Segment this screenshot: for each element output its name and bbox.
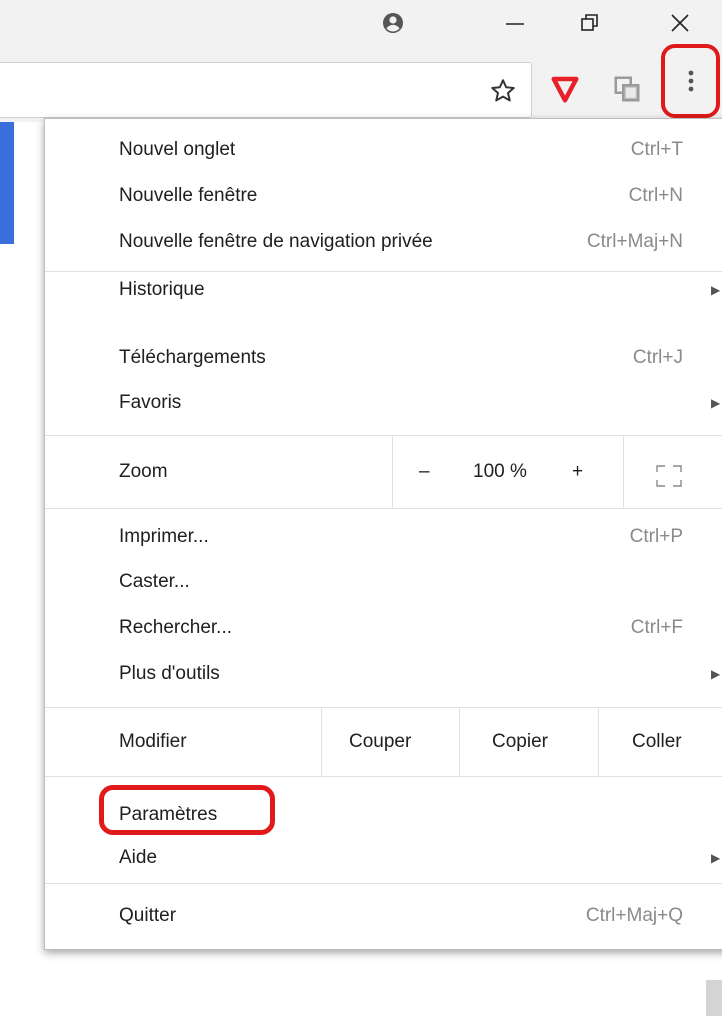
menu-item-more-tools[interactable]: Plus d'outils ▶ <box>45 654 722 694</box>
menu-item-quit[interactable]: Quitter Ctrl+Maj+Q <box>45 893 722 939</box>
shortcut-label: Ctrl+F <box>630 617 683 638</box>
menu-item-history[interactable]: Historique ▶ <box>45 264 722 304</box>
paste-button[interactable]: Coller <box>632 731 682 753</box>
three-dots-menu-icon[interactable] <box>661 44 720 118</box>
menu-item-cast[interactable]: Caster... <box>45 562 722 602</box>
browser-toolbar <box>0 44 722 122</box>
menu-item-label: Nouvelle fenêtre <box>119 185 258 206</box>
menu-item-downloads[interactable]: Téléchargements Ctrl+J <box>45 338 722 378</box>
restore-icon[interactable] <box>575 8 605 38</box>
menu-item-label: Aide <box>119 847 158 868</box>
submenu-arrow-icon: ▶ <box>711 851 721 865</box>
edit-divider <box>459 708 460 776</box>
menu-item-edit: Modifier Couper Copier Coller <box>45 708 722 776</box>
menu-item-label: Plus d'outils <box>119 663 220 684</box>
menu-item-label: Imprimer... <box>119 526 209 547</box>
edit-divider <box>321 708 322 776</box>
page-blue-bar <box>0 122 14 244</box>
menu-item-label: Zoom <box>119 461 168 482</box>
submenu-arrow-icon: ▶ <box>711 396 721 410</box>
fullscreen-icon[interactable] <box>655 464 683 494</box>
menu-item-bookmarks[interactable]: Favoris ▶ <box>45 383 722 423</box>
menu-item-new-window[interactable]: Nouvelle fenêtre Ctrl+N <box>45 176 722 216</box>
account-circle-icon[interactable] <box>378 8 408 38</box>
star-icon[interactable] <box>489 77 517 105</box>
shortcut-label: Ctrl+P <box>629 526 683 547</box>
zoom-divider <box>392 436 393 508</box>
menu-divider <box>45 508 722 509</box>
menu-item-label: Rechercher... <box>119 617 232 638</box>
shortcut-label: Ctrl+Maj+N <box>586 231 683 252</box>
submenu-arrow-icon: ▶ <box>711 283 721 297</box>
edit-divider <box>598 708 599 776</box>
menu-item-label: Quitter <box>119 905 177 926</box>
menu-item-label: Historique <box>119 279 205 300</box>
shortcut-label: Ctrl+Maj+Q <box>585 905 683 926</box>
submenu-arrow-icon: ▶ <box>711 667 721 681</box>
menu-item-print[interactable]: Imprimer... Ctrl+P <box>45 517 722 557</box>
menu-item-new-tab[interactable]: Nouvel onglet Ctrl+T <box>45 130 722 170</box>
copy-extension-icon[interactable] <box>612 74 642 104</box>
shortcut-label: Ctrl+T <box>630 139 683 160</box>
zoom-divider <box>623 436 624 508</box>
menu-item-label: Téléchargements <box>119 347 266 368</box>
shortcut-label: Ctrl+J <box>632 347 683 368</box>
zoom-in-button[interactable]: + <box>572 461 583 483</box>
menu-item-find[interactable]: Rechercher... Ctrl+F <box>45 608 722 648</box>
close-icon[interactable] <box>665 8 695 38</box>
menu-item-label: Modifier <box>119 731 187 752</box>
zoom-level: 100 % <box>473 461 527 482</box>
copy-button[interactable]: Copier <box>492 731 548 753</box>
address-bar[interactable] <box>0 62 532 118</box>
menu-divider <box>45 776 722 777</box>
menu-item-zoom: Zoom – 100 % + <box>45 436 722 508</box>
menu-item-label: Caster... <box>119 571 190 592</box>
cut-button[interactable]: Couper <box>349 731 411 753</box>
menu-item-label: Nouvelle fenêtre de navigation privée <box>119 231 433 252</box>
menu-item-help[interactable]: Aide ▶ <box>45 838 722 878</box>
menu-item-label: Nouvel onglet <box>119 139 236 160</box>
menu-item-new-private-window[interactable]: Nouvelle fenêtre de navigation privée Ct… <box>45 222 722 262</box>
shield-extension-icon[interactable] <box>550 74 580 104</box>
title-bar <box>0 0 722 44</box>
scrollbar[interactable] <box>706 980 722 1016</box>
minimize-icon[interactable] <box>500 8 530 38</box>
menu-item-label: Favoris <box>119 392 182 413</box>
menu-divider <box>45 883 722 884</box>
settings-highlight <box>99 785 275 835</box>
zoom-out-button[interactable]: – <box>419 461 430 483</box>
shortcut-label: Ctrl+N <box>628 185 683 206</box>
